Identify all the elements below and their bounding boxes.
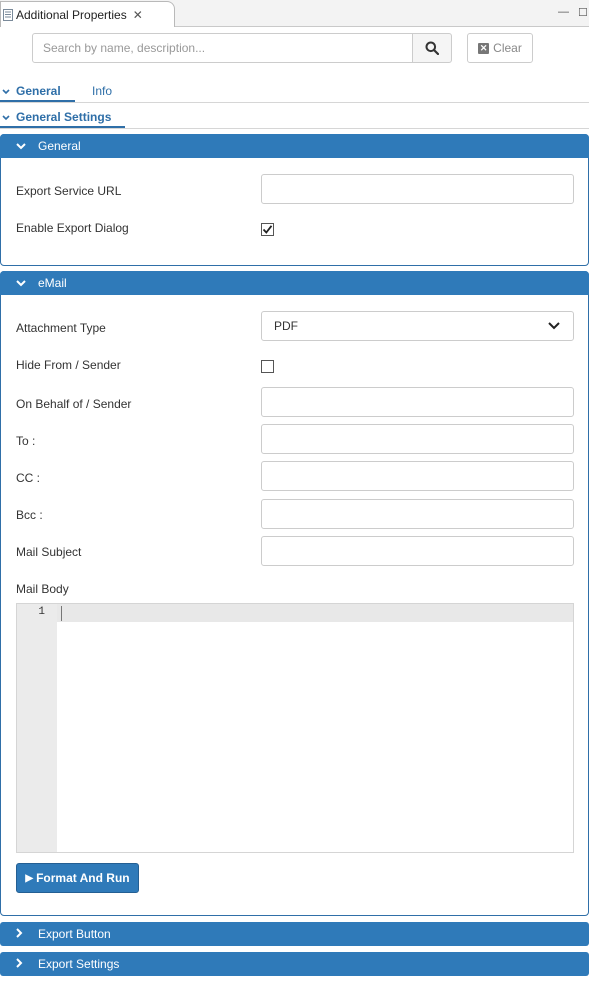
checkmark-icon xyxy=(262,225,273,234)
property-tabs: General Info xyxy=(0,80,589,103)
on-behalf-of-label: On Behalf of / Sender xyxy=(16,397,132,411)
on-behalf-of-field[interactable] xyxy=(261,387,574,417)
tab-general-settings-label: General Settings xyxy=(16,110,112,124)
mail-body-label: Mail Body xyxy=(16,582,69,596)
hide-from-sender-checkbox[interactable] xyxy=(261,360,274,373)
enable-export-dialog-checkbox[interactable] xyxy=(261,223,274,236)
chevron-down-icon xyxy=(16,143,26,150)
editor-gutter: 1 xyxy=(17,604,57,852)
chevron-right-icon xyxy=(16,958,23,968)
tab-info[interactable]: Info xyxy=(92,84,112,98)
mail-body-editor[interactable]: 1 xyxy=(16,603,574,853)
close-icon[interactable]: ✕ xyxy=(133,9,143,21)
export-button-panel-title: Export Button xyxy=(38,927,111,941)
export-service-url-label: Export Service URL xyxy=(16,184,122,198)
view-title: Additional Properties xyxy=(16,7,127,22)
clear-icon: ✕ xyxy=(478,42,490,54)
export-settings-panel-title: Export Settings xyxy=(38,957,120,971)
active-line-highlight xyxy=(57,604,573,622)
mail-subject-field[interactable] xyxy=(261,536,574,566)
format-and-run-label: Format And Run xyxy=(36,871,130,885)
general-panel-title: General xyxy=(38,139,81,153)
email-panel-title: eMail xyxy=(38,276,67,290)
play-icon: ▶ xyxy=(25,872,34,884)
minimize-icon[interactable]: — xyxy=(558,6,569,18)
chevron-down-icon xyxy=(548,322,560,330)
email-panel-header[interactable]: eMail xyxy=(0,271,589,295)
search-input[interactable] xyxy=(32,33,413,63)
clear-button-label: Clear xyxy=(493,41,522,55)
bcc-field[interactable] xyxy=(261,499,574,529)
line-number: 1 xyxy=(38,606,45,618)
tab-info-label: Info xyxy=(92,84,113,98)
view-titlebar: Additional Properties ✕ — ☐ xyxy=(0,0,589,27)
cc-label: CC : xyxy=(16,471,40,485)
enable-export-dialog-label: Enable Export Dialog xyxy=(16,221,129,235)
attachment-type-value: PDF xyxy=(274,319,298,333)
search-icon xyxy=(425,41,439,55)
export-service-url-field[interactable] xyxy=(261,174,574,204)
format-and-run-button[interactable]: ▶ Format And Run xyxy=(16,863,139,893)
hide-from-sender-label: Hide From / Sender xyxy=(16,358,121,372)
general-panel-header[interactable]: General xyxy=(0,134,589,158)
chevron-right-icon xyxy=(16,928,23,938)
chevron-down-icon xyxy=(2,89,10,94)
tab-general-settings[interactable]: General Settings xyxy=(0,110,125,128)
maximize-icon[interactable]: ☐ xyxy=(578,6,588,19)
cc-field[interactable] xyxy=(261,461,574,491)
text-cursor xyxy=(61,606,62,621)
attachment-type-label: Attachment Type xyxy=(16,321,106,335)
clear-button[interactable]: ✕ Clear xyxy=(467,33,533,63)
export-settings-panel-header[interactable]: Export Settings xyxy=(0,952,589,976)
to-field[interactable] xyxy=(261,424,574,454)
mail-subject-label: Mail Subject xyxy=(16,545,82,559)
bcc-label: Bcc : xyxy=(16,508,43,522)
attachment-type-select[interactable]: PDF xyxy=(261,311,574,341)
properties-view-icon xyxy=(3,8,13,21)
to-label: To : xyxy=(16,434,36,448)
view-tab[interactable]: Additional Properties ✕ xyxy=(0,1,175,27)
search-button[interactable] xyxy=(412,33,452,63)
export-button-panel-header[interactable]: Export Button xyxy=(0,922,589,946)
tab-general-label: General xyxy=(16,84,61,98)
settings-tabs: General Settings xyxy=(0,106,589,129)
chevron-down-icon xyxy=(16,280,26,287)
chevron-down-icon xyxy=(2,115,10,120)
tab-general[interactable]: General xyxy=(0,84,75,102)
